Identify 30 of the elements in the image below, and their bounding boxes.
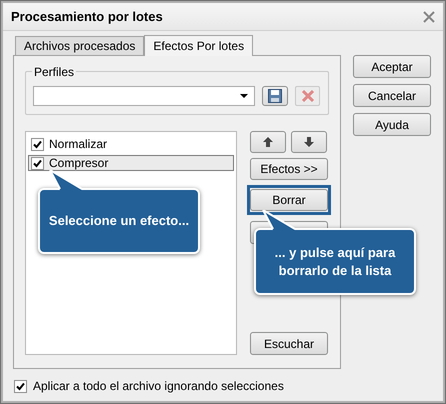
apply-all-checkbox[interactable] bbox=[14, 380, 27, 392]
dialog-button[interactable]: Ayuda bbox=[353, 113, 431, 136]
callout-text: Seleccione un efecto... bbox=[48, 212, 190, 230]
listen-button[interactable]: Escuchar bbox=[250, 332, 328, 355]
window-title: Procesamiento por lotes bbox=[11, 8, 163, 26]
move-up-button[interactable] bbox=[250, 131, 286, 153]
callout-text: ... y pulse aquí para borrarlo de la lista bbox=[274, 244, 396, 280]
tab[interactable]: Archivos procesados bbox=[15, 36, 144, 55]
effect-action-button[interactable]: Efectos >> bbox=[250, 158, 328, 180]
delete-x-icon bbox=[302, 90, 314, 102]
checkbox[interactable] bbox=[31, 156, 44, 170]
move-down-button[interactable] bbox=[291, 131, 327, 153]
checkmark-icon bbox=[16, 382, 25, 390]
effect-label: Normalizar bbox=[49, 136, 108, 153]
dialog-button[interactable]: Cancelar bbox=[353, 84, 431, 107]
checkbox-label: Aplicar a todo el archivo ignorando selecciones bbox=[33, 378, 284, 395]
dialog-button[interactable]: Aceptar bbox=[353, 55, 431, 78]
dropdown-arrow-icon bbox=[240, 94, 248, 98]
close-icon[interactable] bbox=[423, 10, 435, 22]
down-arrow-icon bbox=[304, 137, 314, 147]
effect-row[interactable]: Compresor bbox=[28, 155, 234, 171]
effect-action-button[interactable]: Borrar bbox=[250, 189, 328, 211]
effect-label: Compresor bbox=[49, 155, 108, 172]
effect-row[interactable]: Normalizar bbox=[28, 136, 234, 152]
checkmark-icon bbox=[33, 140, 42, 148]
checkbox[interactable] bbox=[31, 138, 44, 150]
save-button[interactable] bbox=[262, 86, 288, 106]
up-arrow-icon bbox=[263, 137, 273, 147]
tab[interactable]: Efectos Por lotes bbox=[144, 35, 254, 56]
checkmark-icon bbox=[33, 158, 42, 168]
